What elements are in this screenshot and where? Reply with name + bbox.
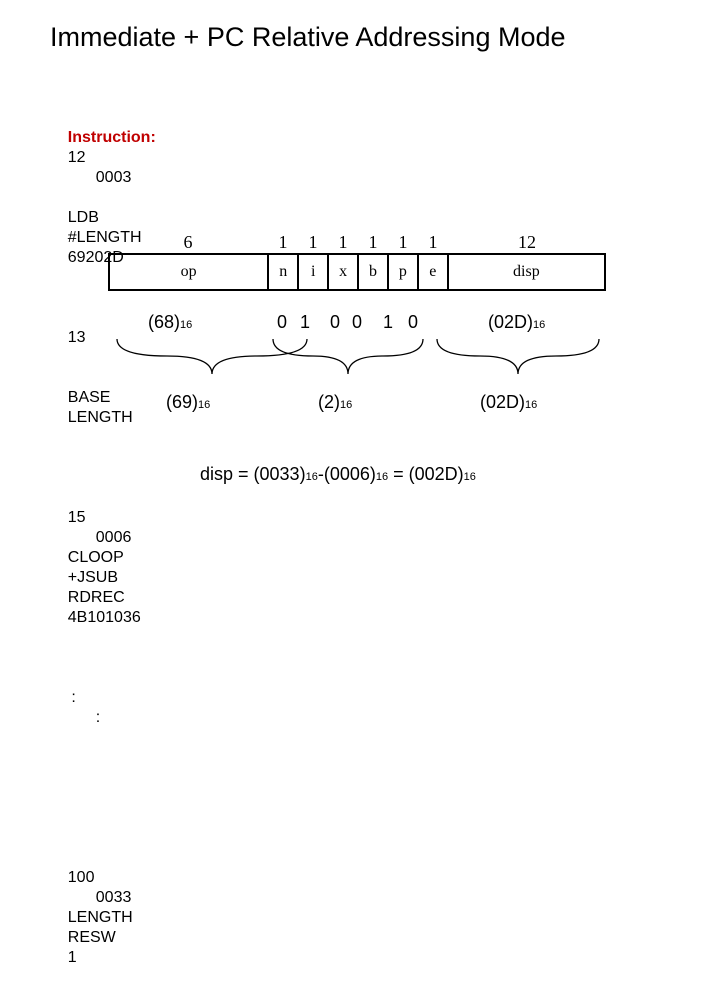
bitwidth-i: 1 (298, 232, 328, 253)
field-i: i (299, 255, 329, 289)
opcode-hex: (68)16 (148, 312, 192, 333)
disp-equation: disp = (0033)16-(0006)16 = (002D)16 (200, 464, 476, 485)
line-no: 13 (68, 328, 76, 348)
byte3-hex: (02D)16 (480, 392, 537, 413)
page-title: Immediate + PC Relative Addressing Mode (0, 0, 720, 53)
line-no: 15 (68, 508, 76, 528)
instruction-format-diagram: 6 1 1 1 1 1 1 12 op n i x b p e disp (108, 232, 606, 291)
bitwidth-e: 1 (418, 232, 448, 253)
field-disp: disp (449, 255, 604, 289)
bitwidth-op: 6 (108, 232, 268, 253)
opcode: LDB (68, 208, 140, 228)
field-b: b (359, 255, 389, 289)
bit-b: 0 (352, 312, 362, 333)
opcode: +JSUB (68, 568, 140, 588)
bitwidth-n: 1 (268, 232, 298, 253)
brace-icon (268, 334, 428, 384)
byte1-hex: (69)16 (166, 392, 210, 413)
line-no: 100 (68, 868, 91, 888)
field-x: x (329, 255, 359, 289)
operand: RDREC (68, 588, 178, 608)
field-n: n (269, 255, 299, 289)
operand: 1 (68, 948, 178, 968)
bit-x: 0 (330, 312, 340, 333)
bit-p: 1 (383, 312, 393, 333)
loc: 0033 (68, 888, 176, 908)
label-col: LENGTH (68, 908, 158, 928)
operand: LENGTH (68, 408, 178, 428)
line-no: 12 (68, 148, 76, 168)
opcode: RESW (68, 928, 140, 948)
loc: 0003 (68, 168, 176, 188)
bit-e: 0 (408, 312, 418, 333)
object-code: 4B101036 (68, 608, 178, 628)
byte2-hex: (2)16 (318, 392, 352, 413)
bitwidth-disp: 12 (448, 232, 606, 253)
loc: 0006 (68, 528, 176, 548)
bitwidth-x: 1 (328, 232, 358, 253)
field-op: op (110, 255, 269, 289)
loc: : (68, 708, 176, 728)
field-e: e (419, 255, 449, 289)
disp-hex: (02D)16 (488, 312, 545, 333)
bit-n: 0 (277, 312, 287, 333)
line-no: : (68, 688, 76, 708)
bitwidth-b: 1 (358, 232, 388, 253)
bitwidth-p: 1 (388, 232, 418, 253)
opcode: BASE (68, 388, 140, 408)
brace-icon (432, 334, 604, 384)
instruction-label: Instruction: (68, 129, 156, 146)
label-col: CLOOP (68, 548, 158, 568)
field-p: p (389, 255, 419, 289)
bit-i: 1 (300, 312, 310, 333)
